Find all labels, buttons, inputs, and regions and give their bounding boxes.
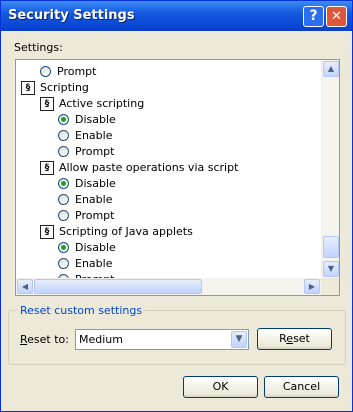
arrow-up-icon[interactable]: ▲ (323, 61, 339, 77)
reset-to-label-rest: eset to: (27, 333, 69, 346)
reset-level-value: Medium (79, 333, 123, 346)
reset-to-label: Reset to: (20, 333, 69, 346)
radio-label: Enable (75, 193, 113, 206)
radio-label: Prompt (75, 145, 115, 158)
settings-list: Prompt § Scripting § Active scripting Disable… (16, 60, 321, 278)
category-label: Scripting of Java applets (59, 225, 193, 238)
radio-empty-icon[interactable] (58, 146, 69, 157)
scrollbar-corner (321, 278, 339, 295)
radio-empty-icon[interactable] (58, 194, 69, 205)
reset-button[interactable]: Reset (257, 328, 332, 350)
horizontal-scroll-thumb[interactable] (34, 279, 202, 294)
radio-label: Prompt (57, 65, 97, 78)
category-label: Scripting (40, 81, 89, 94)
scroll-thumb[interactable] (323, 236, 339, 258)
radio-empty-icon[interactable] (58, 210, 69, 221)
ok-button[interactable]: OK (183, 376, 258, 398)
script-settings-icon: § (40, 161, 54, 175)
radio-label: Disable (75, 113, 116, 126)
radio-selected-icon[interactable] (58, 242, 69, 253)
radio-empty-icon[interactable] (58, 130, 69, 141)
category-label: Allow paste operations via script (59, 161, 239, 174)
security-settings-dialog: Security Settings ? ✕ Settings: Prompt § S… (0, 0, 353, 412)
chevron-down-icon[interactable]: ▼ (231, 331, 247, 348)
help-button[interactable]: ? (303, 6, 324, 27)
script-settings-icon: § (40, 225, 54, 239)
radio-empty-icon[interactable] (40, 66, 51, 77)
arrow-left-icon[interactable]: ◀ (17, 279, 33, 294)
cancel-button[interactable]: Cancel (264, 376, 339, 398)
radio-label: Disable (75, 241, 116, 254)
radio-label: Disable (75, 177, 116, 190)
reset-button-rest: set (293, 332, 310, 345)
horizontal-scrollbar[interactable]: ◀ ▶ (16, 278, 321, 295)
reset-level-select[interactable]: Medium ▼ (75, 329, 249, 350)
settings-label: Settings: (14, 41, 63, 54)
radio-empty-icon[interactable] (58, 258, 69, 269)
settings-tree[interactable]: Prompt § Scripting § Active scripting Disable… (15, 59, 340, 296)
arrow-down-icon[interactable]: ▼ (323, 261, 339, 277)
reset-group-label: Reset custom settings (17, 304, 146, 317)
radio-label: Enable (75, 257, 113, 270)
window-title: Security Settings (8, 8, 135, 23)
radio-label: Enable (75, 129, 113, 142)
arrow-right-icon[interactable]: ▶ (304, 279, 320, 294)
script-settings-icon: § (21, 81, 35, 95)
title-bar: Security Settings ? ✕ (1, 1, 352, 31)
radio-selected-icon[interactable] (58, 114, 69, 125)
vertical-scrollbar[interactable]: ▲ ▼ (321, 60, 339, 278)
close-button[interactable]: ✕ (326, 6, 347, 27)
radio-label: Prompt (75, 209, 115, 222)
script-settings-icon: § (40, 97, 54, 111)
radio-selected-icon[interactable] (58, 178, 69, 189)
category-label: Active scripting (59, 97, 145, 110)
